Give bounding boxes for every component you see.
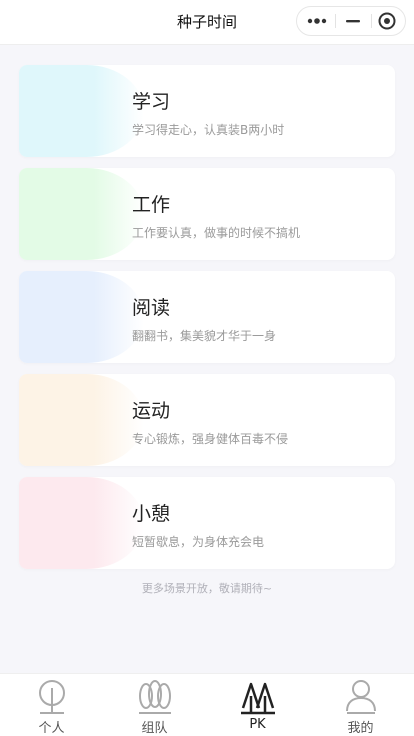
scene-card-study[interactable]: 学习 学习得走心，认真装B两小时: [19, 65, 395, 157]
card-decor: [19, 271, 144, 363]
user-icon: [346, 680, 376, 714]
scene-card-reading[interactable]: 阅读 翻翻书，集美貌才华于一身: [19, 271, 395, 363]
tab-mine[interactable]: 我的: [309, 674, 412, 736]
minimize-icon: [346, 20, 360, 23]
scene-title: 阅读: [132, 297, 171, 319]
scene-desc: 翻翻书，集美貌才华于一身: [132, 329, 277, 343]
nav-header: 种子时间: [0, 0, 414, 45]
tab-personal[interactable]: 个人: [0, 674, 103, 736]
scene-desc: 短暂歇息，为身体充会电: [132, 535, 265, 549]
more-dots-icon: [307, 18, 327, 24]
tab-bar: 个人 组队 PK 我的: [0, 673, 414, 736]
scene-desc: 专心锻炼，强身健体百毒不侵: [132, 432, 289, 446]
mini-program-capsule: [296, 6, 406, 36]
scene-list: 学习 学习得走心，认真装B两小时 工作 工作要认真，做事的时候不搞机 阅读 翻翻…: [19, 65, 395, 580]
target-close-icon: [378, 12, 396, 30]
card-decor: [19, 374, 144, 466]
pine-trees-icon: [241, 682, 275, 715]
tree-round-icon: [39, 680, 65, 714]
scene-desc: 学习得走心，认真装B两小时: [132, 123, 285, 137]
card-decor: [19, 65, 144, 157]
scene-title: 小憩: [132, 503, 171, 525]
scene-title: 运动: [132, 400, 171, 422]
more-button[interactable]: [299, 7, 335, 35]
tab-pk[interactable]: PK: [206, 674, 309, 736]
scene-card-rest[interactable]: 小憩 短暂歇息，为身体充会电: [19, 477, 395, 569]
trees-group-icon: [139, 680, 171, 714]
tab-label: 我的: [347, 721, 374, 736]
tab-label: PK: [249, 717, 266, 732]
scene-title: 工作: [132, 194, 171, 216]
close-button[interactable]: [371, 7, 407, 35]
tab-label: 个人: [38, 721, 65, 736]
tab-team[interactable]: 组队: [103, 674, 206, 736]
scene-title: 学习: [132, 91, 171, 113]
scene-desc: 工作要认真，做事的时候不搞机: [132, 226, 301, 240]
more-scenes-note: 更多场景开放，敬请期待~: [141, 582, 273, 595]
card-decor: [19, 168, 144, 260]
tab-label: 组队: [141, 721, 168, 736]
scene-card-work[interactable]: 工作 工作要认真，做事的时候不搞机: [19, 168, 395, 260]
card-decor: [19, 477, 144, 569]
minimize-button[interactable]: [335, 7, 371, 35]
scene-card-sport[interactable]: 运动 专心锻炼，强身健体百毒不侵: [19, 374, 395, 466]
